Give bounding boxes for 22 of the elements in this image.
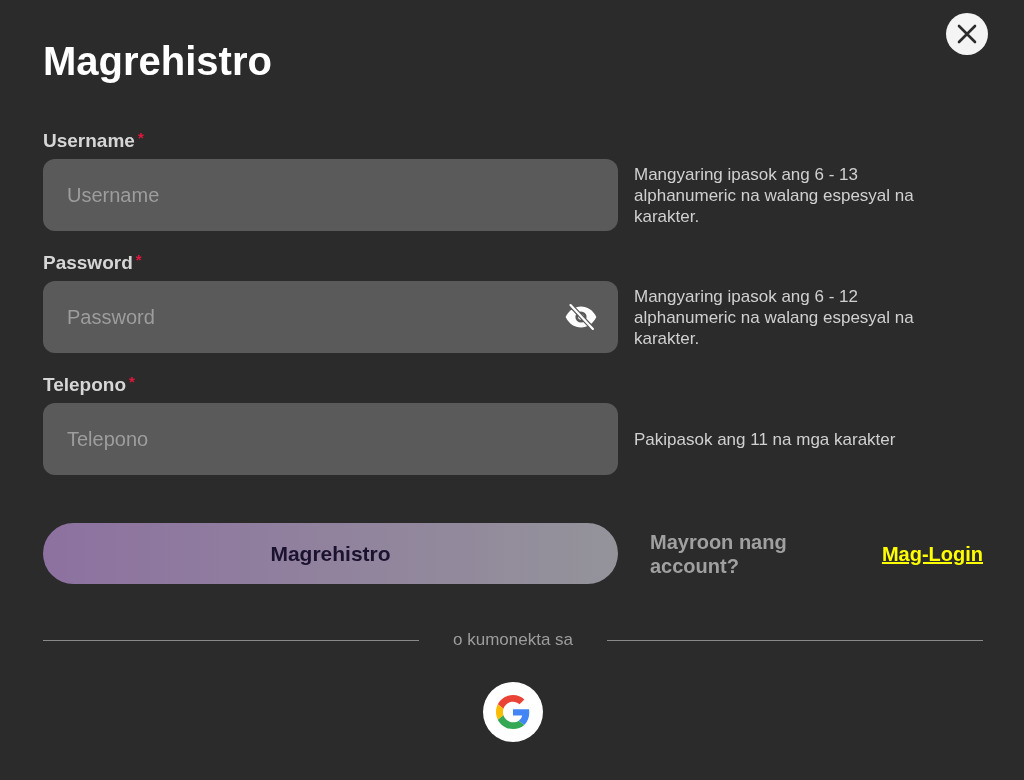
login-prompt-text: Mayroon nang account? bbox=[650, 529, 788, 578]
field-label: Password bbox=[43, 252, 133, 274]
divider-text: o kumonekta sa bbox=[452, 629, 574, 651]
field-hint: Pakipasok ang 11 na mga karakter bbox=[634, 428, 897, 450]
register-button[interactable]: Magrehistro bbox=[43, 523, 618, 584]
field-hint: Mangyaring ipasok ang 6 - 13 alphanumeric na walang espesyal na karakter. bbox=[634, 163, 915, 227]
eye-off-icon[interactable] bbox=[564, 303, 598, 331]
login-link[interactable]: Mag-Login bbox=[881, 538, 983, 569]
required-mark: * bbox=[137, 130, 144, 146]
text-input-field[interactable]: Username bbox=[43, 159, 618, 231]
social-login-button[interactable] bbox=[483, 682, 543, 742]
password-input-field[interactable]: Password bbox=[43, 281, 618, 353]
field-label: Telepono bbox=[43, 374, 127, 396]
field-label: Username bbox=[43, 130, 135, 152]
tel-input-field[interactable]: Telepono bbox=[43, 403, 618, 475]
field-hint: Mangyaring ipasok ang 6 - 12 alphanumeric na walang espesyal na karakter. bbox=[634, 285, 915, 349]
required-mark: * bbox=[129, 374, 135, 390]
g-logo-icon bbox=[496, 695, 530, 729]
close-icon bbox=[957, 24, 977, 44]
required-mark: * bbox=[135, 252, 142, 268]
close-button[interactable] bbox=[946, 13, 988, 55]
dialog-title: Magrehistro bbox=[43, 38, 272, 85]
